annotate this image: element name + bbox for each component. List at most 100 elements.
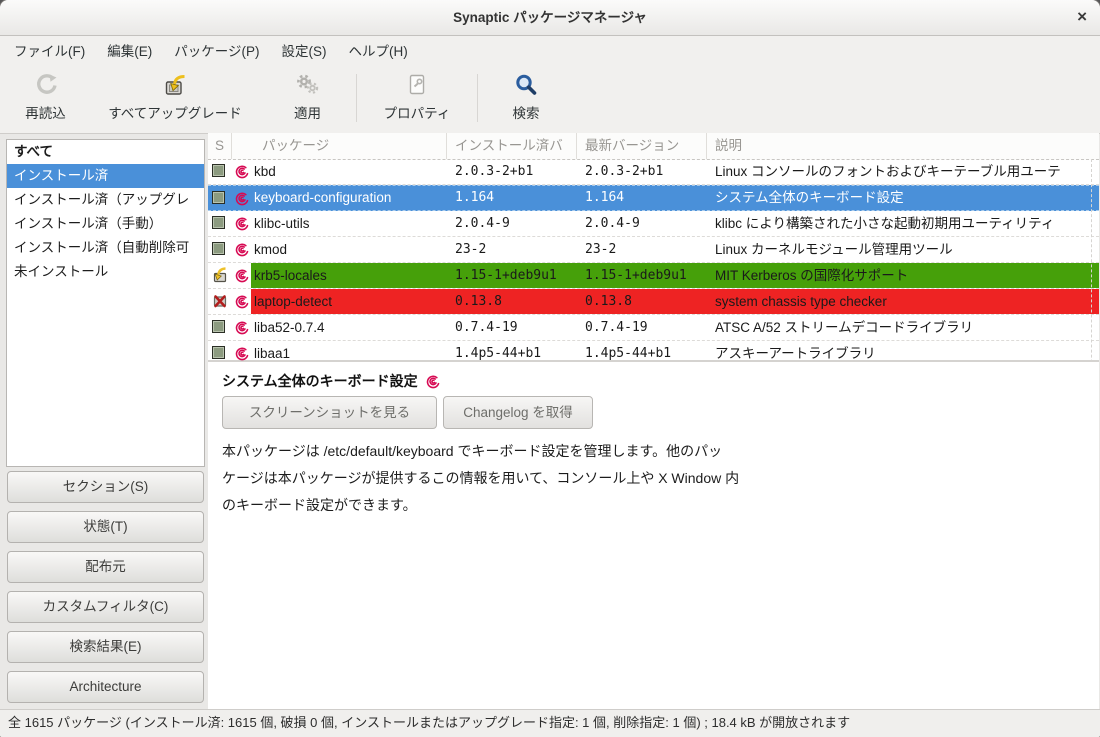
- package-name: krb5-locales: [254, 263, 444, 288]
- debian-swirl-icon: [234, 211, 252, 236]
- package-description: system chassis type checker: [715, 289, 1097, 314]
- debian-swirl-icon: [234, 237, 252, 262]
- package-description: klibc により構築された小さな起動初期用ユーティリティ: [715, 211, 1097, 236]
- menu-package[interactable]: パッケージ(P): [163, 36, 270, 64]
- filter-list: すべて インストール済 インストール済（アップグレ インストール済（手動） イン…: [6, 139, 205, 467]
- upgrade-all-button[interactable]: すべてアップグレード: [85, 71, 265, 122]
- status-installed-icon: [212, 159, 232, 184]
- column-header-installed-version[interactable]: インストール済バ: [446, 133, 576, 159]
- search-results-button[interactable]: 検索結果(E): [7, 631, 204, 663]
- menu-edit[interactable]: 編集(E): [96, 36, 163, 64]
- table-row-klibc-utils[interactable]: klibc-utils 2.0.4-9 2.0.4-9 klibc により構築さ…: [208, 211, 1099, 237]
- debian-swirl-icon: [234, 159, 252, 184]
- reload-button[interactable]: 再読込: [8, 71, 83, 122]
- titlebar: Synaptic パッケージマネージャ ×: [0, 0, 1100, 36]
- table-row-liba52[interactable]: liba52-0.7.4 0.7.4-19 0.7.4-19 ATSC A/52…: [208, 315, 1099, 341]
- menu-settings[interactable]: 設定(S): [270, 36, 337, 64]
- status-summary: 全 1615 パッケージ (インストール済: 1615 個, 破損 0 個, イ…: [0, 710, 1100, 736]
- status-installed-icon: [212, 341, 232, 366]
- status-button[interactable]: 状態(T): [7, 511, 204, 543]
- description-line: のキーボード設定ができます。: [222, 492, 739, 519]
- details-description: 本パッケージは /etc/default/keyboard でキーボード設定を管…: [222, 438, 739, 519]
- latest-version: 23-2: [585, 237, 704, 262]
- filter-item-installed-manual[interactable]: インストール済（手動）: [7, 212, 204, 236]
- debian-swirl-icon: [234, 289, 252, 314]
- column-header-description[interactable]: 説明: [706, 133, 1099, 159]
- table-row-laptop-detect[interactable]: laptop-detect 0.13.8 0.13.8 system chass…: [208, 289, 1099, 315]
- latest-version: 1.164: [585, 186, 704, 211]
- filter-item-all[interactable]: すべて: [7, 140, 204, 164]
- installed-version: 1.4p5-44+b1: [455, 341, 574, 366]
- table-row-krb5-locales[interactable]: krb5-locales 1.15-1+deb9u1 1.15-1+deb9u1…: [208, 263, 1099, 289]
- toolbar-separator: [356, 74, 357, 122]
- properties-document-icon: [362, 71, 472, 99]
- debian-swirl-icon: [234, 315, 252, 340]
- package-description: Linux コンソールのフォントおよびキーテーブル用ユーテ: [715, 159, 1097, 184]
- architecture-button[interactable]: Architecture: [7, 671, 204, 703]
- package-name: keyboard-configuration: [254, 186, 444, 211]
- debian-swirl-icon: [234, 263, 252, 288]
- installed-version: 0.13.8: [455, 289, 574, 314]
- column-header-package[interactable]: パッケージ: [253, 133, 446, 159]
- status-installed-icon: [212, 315, 232, 340]
- package-description: ATSC A/52 ストリームデコードライブラリ: [715, 315, 1097, 340]
- synaptic-window: Synaptic パッケージマネージャ × ファイル(F) 編集(E) パッケー…: [0, 0, 1100, 737]
- package-description: MIT Kerberos の国際化サポート: [715, 263, 1097, 288]
- origin-button[interactable]: 配布元: [7, 551, 204, 583]
- latest-version: 2.0.4-9: [585, 211, 704, 236]
- debian-swirl-icon: [425, 374, 440, 389]
- latest-version: 2.0.3-2+b1: [585, 159, 704, 184]
- latest-version: 1.15-1+deb9u1: [585, 263, 704, 288]
- apply-gears-icon: [270, 71, 345, 99]
- table-row-libaa1[interactable]: libaa1 1.4p5-44+b1 1.4p5-44+b1 アスキーアートライ…: [208, 341, 1099, 367]
- package-name: klibc-utils: [254, 211, 444, 236]
- statusbar: 全 1615 パッケージ (インストール済: 1615 個, 破損 0 個, イ…: [0, 709, 1100, 737]
- description-line: ケージは本パッケージが提供するこの情報を用いて、コンソール上や X Window…: [222, 465, 739, 492]
- debian-swirl-icon: [234, 341, 252, 366]
- status-installed-icon: [212, 237, 232, 262]
- installed-version: 1.164: [455, 186, 574, 211]
- latest-version: 1.4p5-44+b1: [585, 341, 704, 366]
- menu-help[interactable]: ヘルプ(H): [337, 36, 418, 64]
- package-description: アスキーアートライブラリ: [715, 341, 1097, 366]
- table-row-kmod[interactable]: kmod 23-2 23-2 Linux カーネルモジュール管理用ツール: [208, 237, 1099, 263]
- package-description: システム全体のキーボード設定: [715, 186, 1097, 211]
- installed-version: 2.0.3-2+b1: [455, 159, 574, 184]
- package-description: Linux カーネルモジュール管理用ツール: [715, 237, 1097, 262]
- package-rows: kbd 2.0.3-2+b1 2.0.3-2+b1 Linux コンソールのフォ…: [208, 159, 1099, 367]
- search-button[interactable]: 検索: [483, 71, 569, 122]
- search-magnifier-icon: [483, 71, 569, 99]
- upgrade-all-icon: [85, 71, 265, 99]
- window-title: Synaptic パッケージマネージャ: [0, 0, 1100, 35]
- installed-version: 1.15-1+deb9u1: [455, 263, 574, 288]
- status-installed-icon: [212, 211, 232, 236]
- table-row-keyboard-configuration[interactable]: keyboard-configuration 1.164 1.164 システム全…: [208, 185, 1099, 211]
- refresh-icon: [8, 71, 83, 99]
- details-title: システム全体のキーボード設定: [222, 371, 440, 391]
- column-header-supported[interactable]: [231, 133, 253, 159]
- package-name: kmod: [254, 237, 444, 262]
- package-name: libaa1: [254, 341, 444, 366]
- sections-button[interactable]: セクション(S): [7, 471, 204, 503]
- get-changelog-button[interactable]: Changelog を取得: [443, 396, 593, 429]
- installed-version: 0.7.4-19: [455, 315, 574, 340]
- view-screenshot-button[interactable]: スクリーンショットを見る: [222, 396, 437, 429]
- custom-filters-button[interactable]: カスタムフィルタ(C): [7, 591, 204, 623]
- filter-item-installed-autoremovable[interactable]: インストール済（自動削除可: [7, 236, 204, 260]
- column-header-status[interactable]: S: [208, 133, 231, 159]
- properties-button[interactable]: プロパティ: [362, 71, 472, 122]
- package-table: S パッケージ インストール済バ 最新バージョン 説明 kbd 2.0.3-2+…: [208, 133, 1099, 360]
- filter-item-installed-upgradable[interactable]: インストール済（アップグレ: [7, 188, 204, 212]
- column-header-latest-version[interactable]: 最新バージョン: [576, 133, 706, 159]
- status-marked-removal-icon: [212, 289, 232, 314]
- apply-button[interactable]: 適用: [270, 71, 345, 122]
- details-title-text: システム全体のキーボード設定: [222, 371, 418, 391]
- status-installed-icon: [212, 186, 232, 211]
- latest-version: 0.7.4-19: [585, 315, 704, 340]
- filter-item-not-installed[interactable]: 未インストール: [7, 260, 204, 284]
- filter-item-installed[interactable]: インストール済: [7, 164, 204, 188]
- menubar: ファイル(F) 編集(E) パッケージ(P) 設定(S) ヘルプ(H): [0, 36, 1100, 64]
- menu-file[interactable]: ファイル(F): [3, 36, 96, 64]
- close-icon[interactable]: ×: [1077, 0, 1087, 34]
- table-row-kbd[interactable]: kbd 2.0.3-2+b1 2.0.3-2+b1 Linux コンソールのフォ…: [208, 159, 1099, 185]
